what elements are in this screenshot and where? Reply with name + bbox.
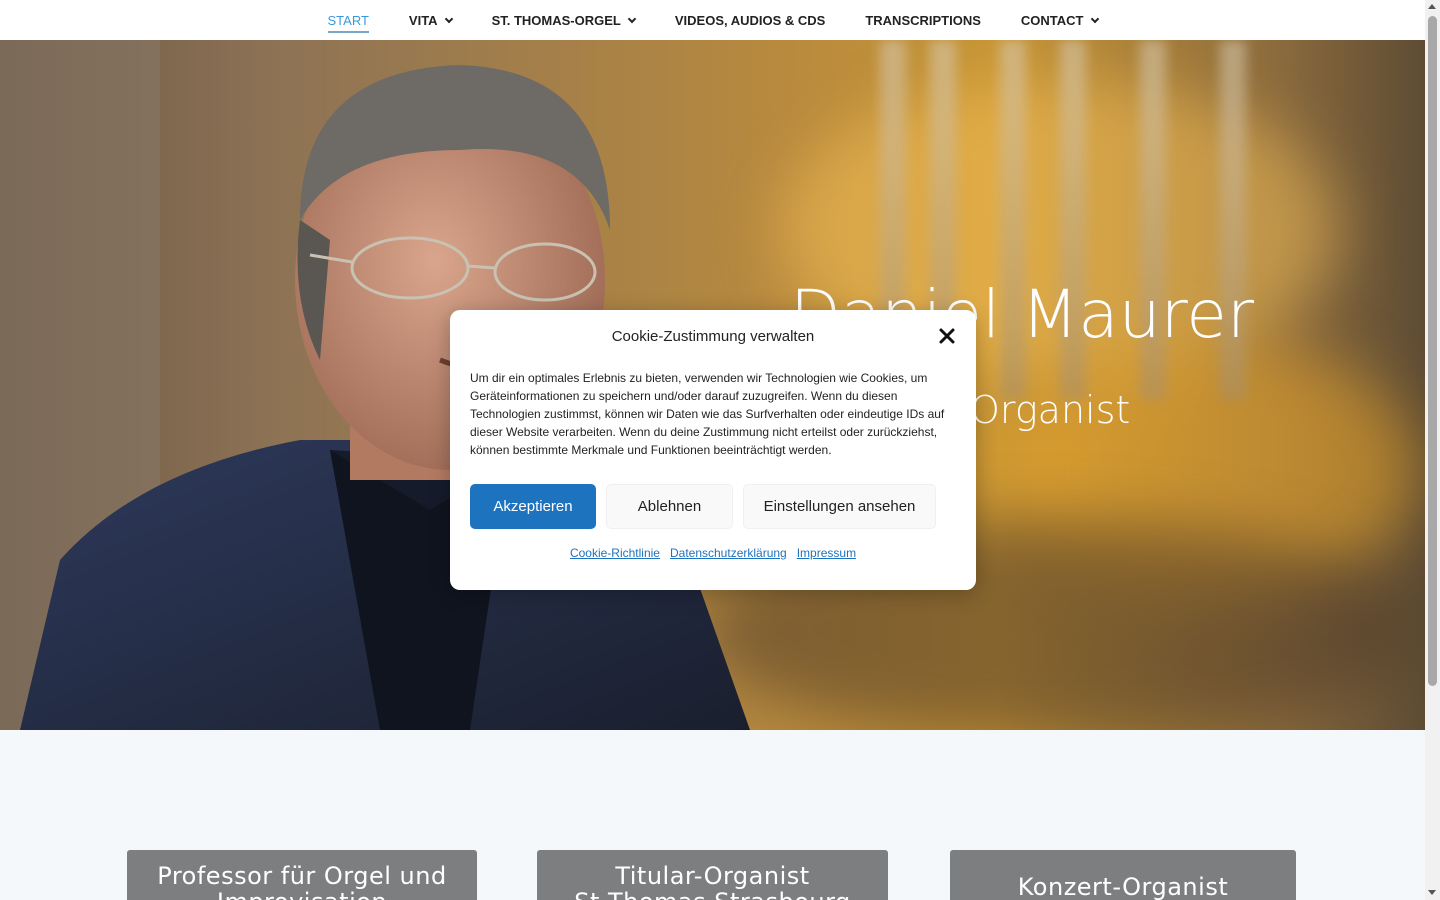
cookie-consent-dialog: Cookie-Zustimmung verwalten Um dir ein o…	[450, 310, 976, 590]
card-title-line: Konzert-Organist	[1017, 873, 1229, 900]
hero-subtitle: Organist	[970, 388, 1131, 432]
dialog-title: Cookie-Zustimmung verwalten	[611, 328, 815, 345]
nav-item-start[interactable]: START	[327, 0, 369, 40]
nav-label: CONTACT	[1020, 12, 1084, 28]
page-scrollbar[interactable]	[1425, 0, 1440, 900]
card-title-line: St Thomas Strasbourg	[537, 889, 888, 900]
deny-button[interactable]: Ablehnen	[606, 484, 733, 529]
chevron-down-icon	[627, 14, 637, 23]
card-titular-organist[interactable]: Titular-Organist St Thomas Strasbourg	[537, 850, 888, 900]
nav-item-st-thomas-orgel[interactable]: ST. THOMAS-ORGEL	[491, 0, 637, 40]
nav-label: TRANSCRIPTIONS	[865, 12, 981, 28]
card-title-line: Improvisation	[127, 889, 477, 900]
card-professor[interactable]: Professor für Orgel und Improvisation	[127, 850, 477, 900]
view-settings-button[interactable]: Einstellungen ansehen	[743, 484, 936, 529]
nav-item-vita[interactable]: VITA	[408, 0, 453, 40]
privacy-policy-link[interactable]: Datenschutzerklärung	[670, 546, 787, 560]
cookie-policy-link[interactable]: Cookie-Richtlinie	[570, 546, 660, 560]
nav-label: VITA	[408, 12, 438, 28]
nav-label: VIDEOS, AUDIOS & CDS	[674, 12, 826, 28]
nav-item-videos[interactable]: VIDEOS, AUDIOS & CDS	[675, 0, 825, 40]
nav-label: START	[327, 13, 369, 33]
main-nav: START VITA ST. THOMAS-ORGEL VIDEOS, AUDI…	[0, 0, 1425, 40]
dialog-links: Cookie-Richtlinie Datenschutzerklärung I…	[450, 546, 976, 560]
nav-label: ST. THOMAS-ORGEL	[491, 12, 621, 28]
card-title-line: Titular-Organist	[615, 862, 810, 890]
scroll-down-arrow-icon[interactable]	[1428, 890, 1436, 895]
dialog-message: Um dir ein optimales Erlebnis zu bieten,…	[470, 371, 945, 457]
nav-item-contact[interactable]: CONTACT	[1020, 0, 1099, 40]
scrollbar-thumb[interactable]	[1428, 16, 1437, 686]
chevron-down-icon	[444, 14, 453, 23]
chevron-down-icon	[1090, 14, 1099, 23]
accept-button[interactable]: Akzeptieren	[470, 484, 596, 529]
card-title-line: Professor für Orgel und	[157, 862, 447, 890]
card-concert-organist[interactable]: Konzert-Organist	[950, 850, 1296, 900]
scroll-up-arrow-icon[interactable]	[1428, 4, 1436, 9]
imprint-link[interactable]: Impressum	[797, 546, 856, 560]
nav-item-transcriptions[interactable]: TRANSCRIPTIONS	[865, 0, 981, 40]
close-icon[interactable]	[938, 327, 956, 345]
